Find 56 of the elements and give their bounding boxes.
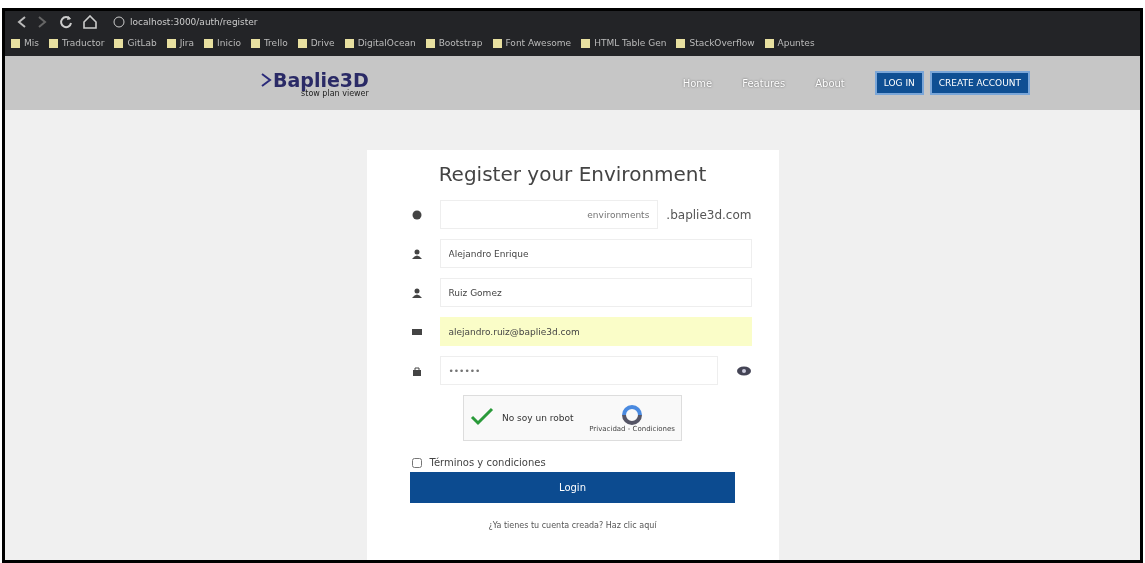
envelope-icon	[411, 326, 422, 337]
url-text: localhost:3000/auth/register	[130, 17, 258, 27]
folder-icon	[48, 37, 58, 49]
lock-icon	[411, 365, 422, 376]
bookmark[interactable]: Font Awesome	[492, 37, 572, 49]
create-account-button[interactable]: CREATE ACCOUNT	[929, 71, 1030, 95]
folder-icon	[250, 37, 260, 49]
bookmark[interactable]: Drive	[297, 37, 335, 49]
back-icon[interactable]	[15, 15, 27, 29]
play-icon	[260, 72, 272, 87]
bookmark[interactable]: Bootstrap	[425, 37, 483, 49]
bookmark[interactable]: DigitalOcean	[344, 37, 416, 49]
info-icon	[113, 16, 125, 28]
folder-icon	[492, 37, 502, 49]
logo[interactable]: Baplie3D	[273, 68, 369, 91]
domain-suffix: .baplie3d.com	[666, 207, 752, 222]
reload-icon[interactable]	[59, 15, 73, 29]
bookmark[interactable]: StackOverflow	[676, 37, 755, 49]
bookmark[interactable]: Trello	[250, 37, 288, 49]
folder-icon	[764, 37, 774, 49]
eye-icon[interactable]	[735, 364, 752, 377]
folder-icon	[676, 37, 686, 49]
password-field[interactable]: ••••••	[439, 356, 718, 385]
bookmark[interactable]: Mis	[11, 37, 39, 49]
bookmark[interactable]: Traductor	[48, 37, 105, 49]
terms-label[interactable]: Términos y condiciones	[429, 457, 546, 468]
address-bar[interactable]: localhost:3000/auth/register	[107, 16, 264, 28]
folder-icon	[11, 37, 20, 49]
home-icon[interactable]	[83, 15, 97, 29]
user-icon	[411, 248, 422, 259]
terms-checkbox[interactable]	[411, 457, 422, 468]
folder-icon	[425, 37, 435, 49]
form-title: Register your Environment	[438, 162, 707, 186]
captcha-label: No soy un robot	[502, 413, 575, 423]
login-button[interactable]: Login	[410, 472, 735, 503]
name-field[interactable]: Alejandro Enrique	[439, 239, 752, 268]
bookmark[interactable]: GitLab	[114, 37, 157, 49]
bookmark[interactable]: Inicio	[204, 37, 241, 49]
folder-icon	[204, 37, 214, 49]
forward-icon[interactable]	[37, 15, 49, 29]
account-link[interactable]: ¿Ya tienes tu cuenta creada? Haz clic aquí	[488, 521, 657, 530]
name-field[interactable]: Ruiz Gomez	[439, 278, 752, 307]
captcha-logo-icon	[620, 403, 645, 425]
folder-icon	[344, 37, 354, 49]
bookmark[interactable]: Jira	[166, 37, 195, 49]
folder-icon	[114, 37, 124, 49]
bookmark[interactable]: HTML Table Gen	[581, 37, 667, 49]
tagline: stow plan viewer	[301, 88, 369, 98]
folder-icon	[166, 37, 176, 49]
folder-icon	[297, 37, 307, 49]
subdomain-field[interactable]: environments	[439, 200, 659, 229]
folder-icon	[581, 37, 591, 49]
login-button[interactable]: LOG IN	[874, 71, 924, 95]
bookmark[interactable]: Apuntes	[764, 37, 815, 49]
user-icon	[411, 287, 422, 298]
email-field[interactable]: alejandro.ruiz@baplie3d.com	[439, 317, 752, 346]
